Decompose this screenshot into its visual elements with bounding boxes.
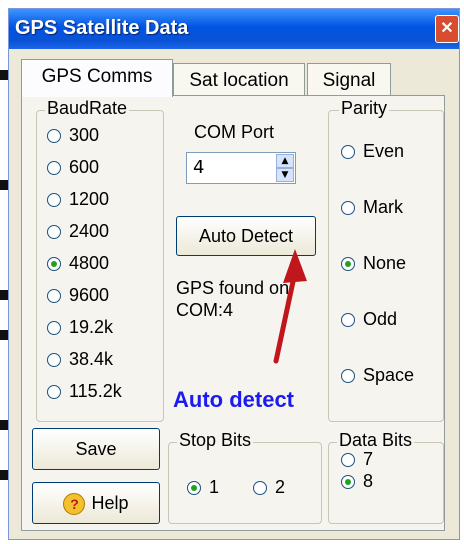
auto-detect-annotation: Auto detect — [173, 387, 294, 412]
tab-gps-comms[interactable]: GPS Comms — [21, 59, 173, 97]
dialog-window: GPS Satellite Data ✕ GPS Comms Sat locat… — [8, 8, 460, 540]
